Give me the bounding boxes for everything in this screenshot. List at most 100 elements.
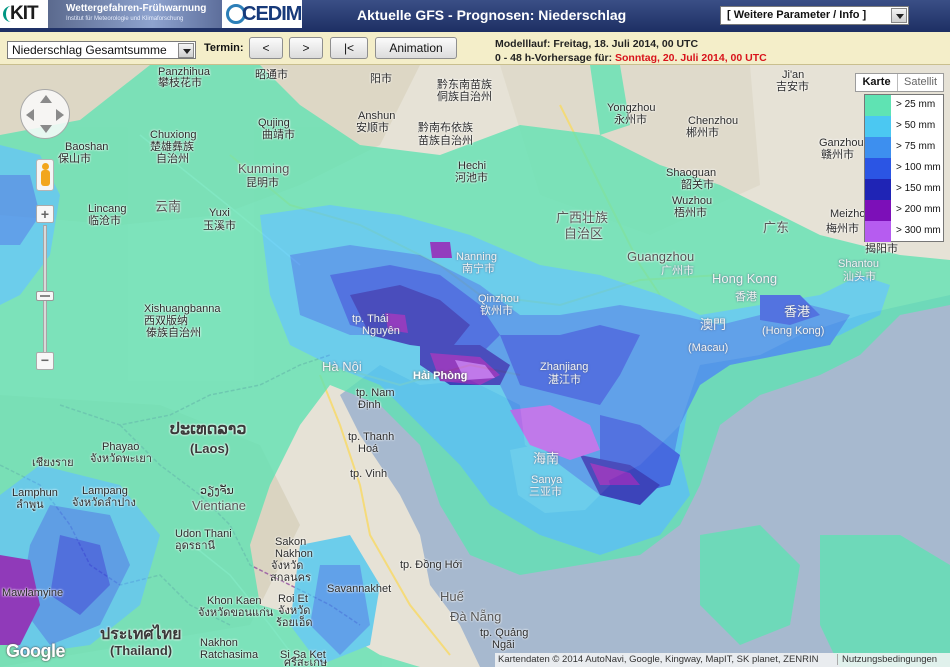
place-label: จังหวัดพะเยา	[90, 453, 152, 465]
animation-button[interactable]: Animation	[375, 37, 457, 59]
place-label: Ngãi	[492, 639, 515, 651]
place-label: เชียงราย	[32, 457, 74, 469]
tab-karte[interactable]: Karte	[856, 74, 898, 91]
place-label: tp. Nam	[356, 387, 395, 399]
place-label: 钦州市	[480, 305, 513, 317]
place-label: Zhanjiang	[540, 361, 589, 373]
pan-up-icon[interactable]	[40, 95, 52, 103]
termin-label: Termin:	[204, 42, 244, 54]
place-label: Wuzhou	[672, 195, 713, 207]
terms-link[interactable]: Nutzungsbedingungen	[837, 654, 937, 665]
place-label: 韶关市	[681, 179, 714, 191]
place-label: 澳門	[700, 317, 727, 332]
place-label: 梧州市	[674, 207, 707, 219]
place-label: 阳市	[370, 73, 392, 85]
place-label: 临沧市	[88, 215, 121, 227]
place-label: 侗族自治州	[437, 91, 492, 103]
place-label: Hoá	[358, 443, 379, 455]
place-label: 安顺市	[356, 122, 389, 134]
pan-control[interactable]	[20, 89, 70, 139]
chevron-down-icon[interactable]	[891, 8, 907, 23]
place-label: Chenzhou	[688, 115, 739, 127]
pan-left-icon[interactable]	[26, 109, 34, 121]
place-label: tp. Thanh	[348, 431, 395, 443]
place-label: Roi Et	[278, 593, 308, 605]
place-label: Nanning	[456, 251, 497, 263]
place-label: 楚雄彝族	[150, 141, 194, 153]
measure-select[interactable]: Niederschlag Gesamtsumme	[7, 41, 196, 59]
place-label: Lampang	[82, 485, 128, 497]
legend-label: > 75 mm	[896, 141, 936, 152]
place-label: 攀枝花市	[158, 77, 202, 89]
place-label: Định	[358, 399, 381, 411]
next-button[interactable]: >	[289, 37, 323, 59]
pan-right-icon[interactable]	[56, 109, 64, 121]
zoom-slider-thumb[interactable]	[36, 291, 54, 301]
chevron-down-icon[interactable]	[178, 43, 194, 58]
legend-swatch	[865, 137, 891, 158]
place-label: ร้อยเอ็ด	[276, 617, 313, 629]
place-label: Hechi	[458, 160, 487, 172]
tab-satellit[interactable]: Satellit	[898, 74, 943, 91]
place-label: Yongzhou	[607, 102, 656, 114]
place-label: Hà Nội	[322, 359, 362, 374]
first-button[interactable]: |<	[330, 37, 368, 59]
kit-logo-text: KIT	[10, 3, 39, 24]
header-bar: KIT Wettergefahren-Frühwarnung Institut …	[0, 0, 950, 32]
place-label: 玉溪市	[203, 220, 236, 232]
legend-label: > 100 mm	[896, 162, 941, 173]
zoom-out-button[interactable]: −	[36, 352, 54, 370]
precip-zone-200	[430, 242, 452, 258]
place-label: 赣州市	[821, 149, 854, 161]
place-label: จังหวัดลำปาง	[72, 497, 136, 509]
place-label: 昆明市	[246, 177, 279, 189]
place-label: 梅州市	[826, 223, 859, 235]
street-view-pegman[interactable]	[36, 159, 54, 191]
place-label: 昭通市	[255, 69, 288, 81]
place-label: 香港	[784, 304, 811, 319]
place-label: Hong Kong	[712, 271, 778, 286]
place-label: tp. Thái	[352, 313, 389, 325]
place-label: tp. Đồng Hới	[400, 559, 463, 571]
place-label: 黔南布依族	[418, 122, 473, 134]
place-label: Sakon	[275, 536, 307, 548]
place-label: 自治区	[564, 226, 604, 241]
place-label: Hải Phòng	[413, 370, 468, 382]
forecast-date: Sonntag, 20. Juli 2014, 00 UTC	[615, 52, 767, 64]
cedim-logo[interactable]: CEDIM	[222, 0, 302, 28]
place-label: Phayao	[102, 441, 140, 453]
forecast-prefix: 0 - 48 h-Vorhersage für:	[495, 52, 616, 64]
google-logo[interactable]: Google	[6, 641, 66, 662]
legend-row: > 25 mm	[865, 95, 943, 116]
kit-logo[interactable]: KIT	[0, 0, 48, 28]
place-label: tp. Quảng	[480, 627, 529, 639]
place-label: Nguyên	[362, 325, 400, 337]
banner-subtitle: Institut für Meteorologie und Klimaforsc…	[66, 16, 184, 22]
measure-select-value: Niederschlag Gesamtsumme	[12, 43, 167, 57]
place-label: จังหวัด	[271, 560, 304, 572]
place-label: 傣族自治州	[146, 327, 201, 339]
pegman-head-icon	[42, 163, 49, 170]
pan-down-icon[interactable]	[40, 125, 52, 133]
map-canvas[interactable]: 昭通市 Panzhihua 攀枝花市 Chuxiong 楚雄彝族 自治州 Bao…	[0, 65, 950, 667]
previous-button[interactable]: <	[249, 37, 283, 59]
parameter-select[interactable]: [ Weitere Parameter / Info ]	[720, 6, 909, 25]
legend-swatch	[865, 221, 891, 242]
legend-row: > 150 mm	[865, 179, 943, 200]
place-label: จังหวัดขอนแก่น	[198, 607, 274, 619]
place-label: 湛江市	[548, 374, 581, 386]
place-label: Sanya	[531, 474, 563, 486]
precip-zone-25	[820, 535, 950, 667]
place-label: 吉安市	[776, 81, 809, 93]
place-label: 云南	[155, 199, 182, 214]
place-label: Kunming	[238, 161, 290, 176]
place-label: (Thailand)	[110, 643, 173, 658]
place-label: Lincang	[88, 203, 127, 215]
map-type-control: Karte Satellit	[855, 73, 944, 92]
place-label: Vientiane	[192, 498, 246, 513]
place-label: 河池市	[455, 172, 488, 184]
place-label: 苗族自治州	[418, 135, 473, 147]
place-label: Ji'an	[782, 69, 805, 81]
legend-label: > 300 mm	[896, 225, 941, 236]
zoom-in-button[interactable]: +	[36, 205, 54, 223]
